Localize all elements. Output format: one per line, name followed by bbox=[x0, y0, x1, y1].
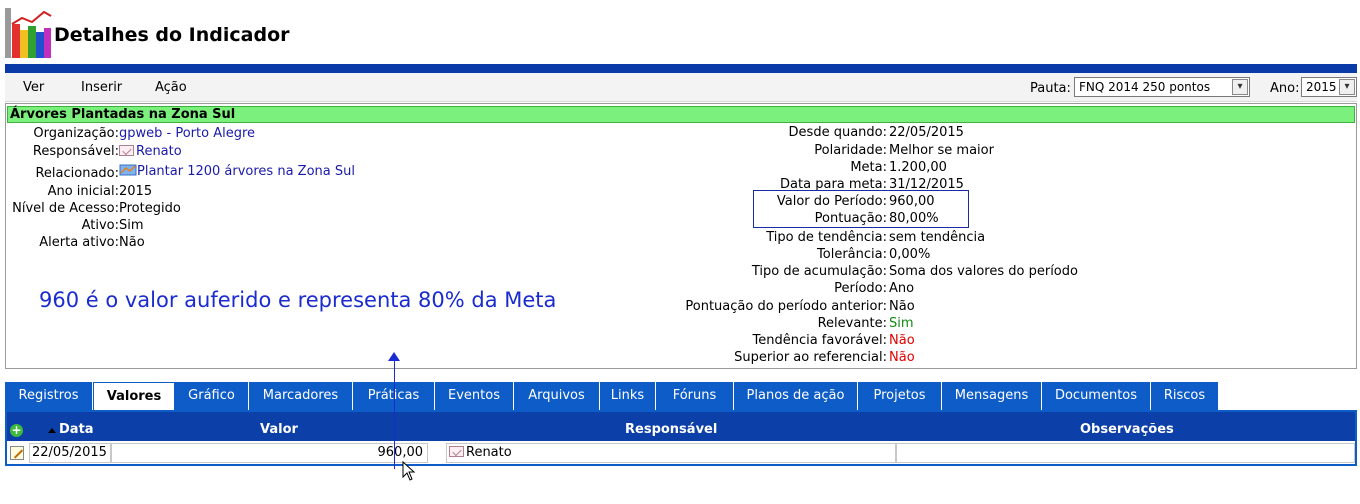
field-value-organizacao[interactable]: gpweb - Porto Alegre bbox=[119, 126, 255, 141]
pauta-select-value: FNQ 2014 250 pontos bbox=[1079, 80, 1211, 94]
column-header-responsavel[interactable]: Responsável bbox=[625, 422, 717, 437]
menu-ver[interactable]: Ver bbox=[23, 80, 44, 95]
pauta-select[interactable]: FNQ 2014 250 pontos ▾ bbox=[1074, 77, 1250, 97]
field-label-ativo: Ativo: bbox=[81, 218, 119, 233]
add-icon[interactable]: + bbox=[10, 424, 23, 437]
field-value-ativo: Sim bbox=[119, 218, 144, 233]
field-value-superior-referencial: Não bbox=[889, 350, 915, 365]
tab-marcadores[interactable]: Marcadores bbox=[249, 382, 353, 410]
field-value-pontuacao-anterior: Não bbox=[889, 299, 915, 314]
column-header-data[interactable]: Data bbox=[59, 422, 94, 437]
field-value-tipo-acumulacao: Soma dos valores do período bbox=[889, 264, 1078, 279]
sort-ascending-icon[interactable] bbox=[48, 428, 56, 433]
table-row: 22/05/2015 960,00 Renato bbox=[7, 441, 1355, 464]
values-table: + Data Valor Responsável Observações 22/… bbox=[5, 410, 1357, 466]
field-label-meta: Meta: bbox=[850, 160, 887, 175]
ano-select-value: 2015 bbox=[1306, 80, 1337, 94]
field-label-tendencia-favoravel: Tendência favorável: bbox=[752, 333, 887, 348]
ano-label: Ano: bbox=[1270, 81, 1300, 96]
field-label-nivel-acesso: Nível de Acesso: bbox=[12, 201, 119, 216]
field-value-relevante: Sim bbox=[889, 316, 914, 331]
field-label-tipo-tendencia: Tipo de tendência: bbox=[766, 230, 887, 245]
field-label-relacionado: Relacionado: bbox=[35, 166, 119, 181]
column-header-observacoes[interactable]: Observações bbox=[1080, 422, 1174, 437]
tab-documentos[interactable]: Documentos bbox=[1042, 382, 1151, 410]
indicator-title-bar: Árvores Plantadas na Zona Sul bbox=[7, 106, 1355, 123]
mouse-cursor-icon bbox=[402, 461, 416, 481]
column-header-valor[interactable]: Valor bbox=[260, 422, 298, 437]
field-value-relacionado[interactable]: Plantar 1200 árvores na Zona Sul bbox=[119, 163, 355, 179]
field-value-ano-inicial: 2015 bbox=[119, 184, 153, 199]
indicator-details: Árvores Plantadas na Zona Sul Organizaçã… bbox=[5, 103, 1357, 369]
project-icon bbox=[119, 164, 137, 176]
page-title: Detalhes do Indicador bbox=[54, 24, 290, 46]
user-icon bbox=[449, 446, 464, 457]
chevron-down-icon: ▾ bbox=[1339, 79, 1355, 95]
edit-icon[interactable] bbox=[10, 446, 24, 460]
indicator-title: Árvores Plantadas na Zona Sul bbox=[10, 107, 236, 122]
field-value-alerta-ativo: Não bbox=[119, 235, 145, 250]
tab-eventos[interactable]: Eventos bbox=[435, 382, 514, 410]
pauta-label: Pauta: bbox=[1030, 81, 1071, 96]
tab-grafico[interactable]: Gráfico bbox=[175, 382, 249, 410]
annotation-arrow bbox=[394, 357, 395, 469]
field-label-alerta-ativo: Alerta ativo: bbox=[39, 235, 119, 250]
menu-acao[interactable]: Ação bbox=[155, 80, 187, 95]
tab-planos-de-acao[interactable]: Planos de ação bbox=[734, 382, 858, 410]
field-value-periodo: Ano bbox=[889, 281, 915, 296]
ano-select[interactable]: 2015 ▾ bbox=[1301, 77, 1357, 97]
field-label-superior-referencial: Superior ao referencial: bbox=[734, 350, 887, 365]
field-label-relevante: Relevante: bbox=[817, 316, 887, 331]
cell-valor: 960,00 bbox=[111, 443, 428, 463]
table-header: + Data Valor Responsável Observações bbox=[7, 412, 1355, 441]
field-value-desde-quando: 22/05/2015 bbox=[889, 125, 964, 140]
field-value-nivel-acesso: Protegido bbox=[119, 201, 181, 216]
tab-riscos[interactable]: Riscos bbox=[1151, 382, 1219, 410]
menu-bar: Ver Inserir Ação Pauta: FNQ 2014 250 pon… bbox=[5, 73, 1357, 102]
field-label-responsavel: Responsável: bbox=[32, 144, 119, 159]
cell-data: 22/05/2015 bbox=[29, 443, 111, 463]
chart-logo-icon bbox=[5, 8, 52, 58]
tab-arquivos[interactable]: Arquivos bbox=[514, 382, 600, 410]
chevron-down-icon: ▾ bbox=[1232, 79, 1248, 95]
page-header: Detalhes do Indicador bbox=[0, 0, 1360, 64]
field-label-ano-inicial: Ano inicial: bbox=[47, 184, 119, 199]
field-value-polaridade: Melhor se maior bbox=[889, 143, 994, 158]
tab-mensagens[interactable]: Mensagens bbox=[942, 382, 1042, 410]
field-label-organizacao: Organização: bbox=[33, 126, 119, 141]
field-label-periodo: Período: bbox=[834, 281, 887, 296]
cell-responsavel[interactable]: Renato bbox=[446, 443, 896, 463]
tab-projetos[interactable]: Projetos bbox=[858, 382, 942, 410]
tab-foruns[interactable]: Fóruns bbox=[656, 382, 734, 410]
field-label-polaridade: Polaridade: bbox=[814, 143, 887, 158]
tab-registros[interactable]: Registros bbox=[5, 382, 93, 410]
field-value-tendencia-favoravel: Não bbox=[889, 333, 915, 348]
field-label-pontuacao-anterior: Pontuação do período anterior: bbox=[685, 299, 887, 314]
field-label-tipo-acumulacao: Tipo de acumulação: bbox=[751, 264, 887, 279]
annotation-arrow-head bbox=[388, 352, 400, 361]
menu-inserir[interactable]: Inserir bbox=[81, 80, 122, 95]
field-value-tolerancia: 0,00% bbox=[889, 247, 931, 262]
highlight-box bbox=[753, 190, 969, 228]
field-value-meta: 1.200,00 bbox=[889, 160, 947, 175]
tab-valores[interactable]: Valores bbox=[93, 382, 175, 410]
user-icon bbox=[119, 145, 134, 156]
field-label-tolerancia: Tolerância: bbox=[817, 247, 887, 262]
field-value-tipo-tendencia: sem tendência bbox=[889, 230, 986, 245]
annotation-text: 960 é o valor auferido e representa 80% … bbox=[39, 288, 557, 312]
field-value-responsavel[interactable]: Renato bbox=[119, 144, 182, 159]
header-divider bbox=[5, 64, 1357, 73]
tab-links[interactable]: Links bbox=[600, 382, 656, 410]
cell-observacoes bbox=[896, 443, 1355, 463]
field-label-desde-quando: Desde quando: bbox=[788, 125, 887, 140]
